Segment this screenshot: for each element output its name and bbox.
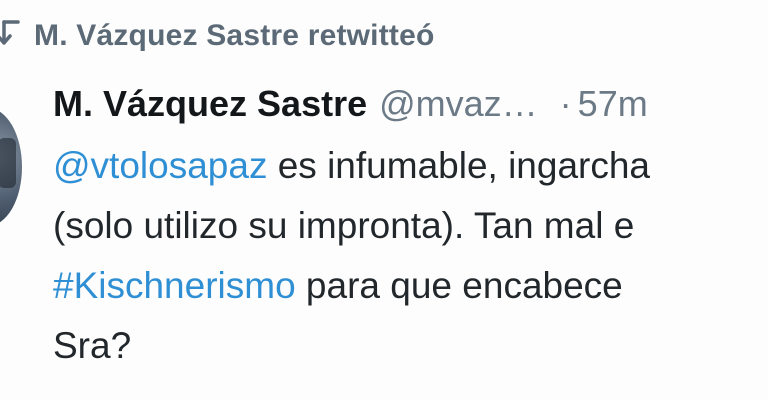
mention-link[interactable]: @vtolosapaz (53, 145, 267, 186)
tweet-timestamp[interactable]: 57m (578, 83, 648, 124)
separator-dot: · (559, 83, 572, 124)
tweet-card[interactable]: M. Vázquez Sastre retwitteó M. Vázquez S… (0, 0, 768, 400)
tweet-text-segment: para que encabece (295, 265, 623, 306)
author-handle[interactable]: @mvaz… (379, 83, 538, 124)
avatar[interactable] (0, 108, 22, 226)
tweet-text-segment: es infumable, ingarcha (267, 145, 651, 186)
tweet-line-4: Sra? (53, 325, 132, 366)
retweet-icon (0, 20, 20, 45)
tweet-header: M. Vázquez Sastre @mvaz… · 57m (53, 82, 648, 126)
tweet-line-2: (solo utilizo su impronta). Tan mal e (53, 205, 635, 246)
hashtag-link[interactable]: #Kischnerismo (53, 265, 296, 306)
tweet-line-1: @vtolosapaz es infumable, ingarcha (53, 136, 650, 196)
retweet-context: M. Vázquez Sastre retwitteó (0, 14, 435, 58)
tweet-line-3: #Kischnerismo para que encabece (53, 256, 650, 316)
tweet-text: @vtolosapaz es infumable, ingarcha (solo… (53, 136, 650, 376)
retweet-label[interactable]: M. Vázquez Sastre retwitteó (34, 19, 435, 53)
avatar-photo-detail (0, 138, 16, 188)
author-display-name[interactable]: M. Vázquez Sastre (53, 83, 367, 124)
